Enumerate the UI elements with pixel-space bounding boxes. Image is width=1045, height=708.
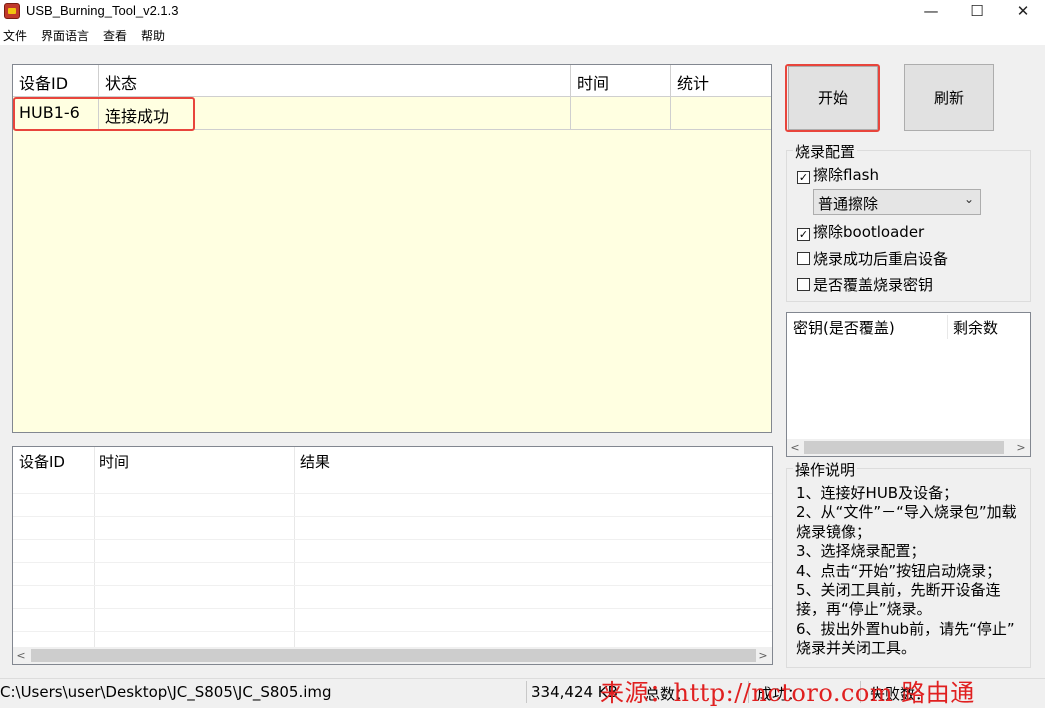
row-divider [13, 608, 772, 609]
checkbox-unchecked-icon [797, 252, 810, 265]
checkbox-checked-icon: ✓ [797, 228, 810, 241]
chevron-right-icon[interactable]: > [1015, 441, 1027, 454]
instruction-line: 2、从“文件”－“导入烧录包”加载 [796, 503, 1017, 522]
checkbox-checked-icon: ✓ [797, 171, 810, 184]
result-grid[interactable]: 设备ID 时间 结果 < > [12, 446, 773, 665]
device-time-cell[interactable] [571, 97, 671, 130]
instruction-line: 接，再“停止”烧录。 [796, 600, 932, 619]
instruction-line: 1、连接好HUB及设备； [796, 484, 959, 502]
key-list[interactable]: 密钥(是否覆盖) 剩余数 < > [786, 312, 1031, 457]
row-divider [13, 539, 772, 540]
column-header-time[interactable]: 时间 [99, 451, 129, 472]
instructions-title: 操作说明 [793, 459, 858, 480]
instruction-line: 烧录并关闭工具。 [796, 639, 917, 658]
device-stats-cell[interactable] [671, 97, 771, 130]
app-icon [4, 3, 20, 19]
maximize-button[interactable]: ☐ [954, 0, 1000, 24]
chevron-left-icon[interactable]: < [15, 649, 27, 662]
overwrite-key-checkbox[interactable]: 是否覆盖烧录密钥 [797, 274, 933, 295]
reboot-after-checkbox[interactable]: 烧录成功后重启设备 [797, 248, 948, 269]
erase-mode-value: 普通擦除 [818, 195, 879, 213]
watermark: 来源：http://nctoro.com 路由通 [600, 679, 975, 707]
column-header-device-id[interactable]: 设备ID [19, 451, 65, 472]
column-divider [294, 447, 295, 647]
reboot-after-label: 烧录成功后重启设备 [813, 250, 949, 268]
instruction-line: 3、选择烧录配置； [796, 542, 926, 561]
row-divider [13, 631, 772, 632]
key-list-hscrollbar[interactable]: < > [787, 439, 1030, 456]
column-divider [94, 447, 95, 647]
column-header-device-id[interactable]: 设备ID [13, 65, 99, 97]
scrollbar-thumb[interactable] [31, 649, 756, 662]
chevron-down-icon: ⌄ [963, 192, 974, 206]
menu-help[interactable]: 帮助 [141, 27, 165, 44]
minimize-button[interactable]: — [908, 0, 954, 24]
overwrite-key-label: 是否覆盖烧录密钥 [813, 276, 934, 294]
erase-bootloader-label: 擦除bootloader [813, 223, 925, 241]
burn-config-title: 烧录配置 [793, 141, 858, 162]
column-header-status[interactable]: 状态 [99, 65, 571, 97]
row-divider [13, 585, 772, 586]
column-header-remaining[interactable]: 剩余数 [953, 317, 998, 338]
column-header-stats[interactable]: 统计 [671, 65, 771, 97]
erase-flash-checkbox[interactable]: ✓ 擦除flash [797, 164, 879, 185]
title-bar: USB_Burning_Tool_v2.1.3 — ☐ ✕ [0, 0, 1045, 24]
scrollbar-thumb[interactable] [804, 441, 1004, 454]
erase-flash-label: 擦除flash [813, 166, 879, 184]
result-grid-hscrollbar[interactable]: < > [13, 647, 772, 664]
row-divider [13, 516, 772, 517]
highlight-annotation-device-row [13, 97, 195, 131]
menu-bar: 文件 界面语言 查看 帮助 [0, 24, 1045, 45]
instruction-line: 4、点击“开始”按钮启动烧录； [796, 561, 1002, 580]
row-divider [13, 493, 772, 494]
row-divider [13, 562, 772, 563]
status-separator [526, 681, 527, 703]
menu-view[interactable]: 查看 [103, 27, 127, 44]
erase-bootloader-checkbox[interactable]: ✓ 擦除bootloader [797, 221, 924, 242]
erase-mode-select[interactable]: 普通擦除 ⌄ [813, 189, 981, 215]
highlight-annotation-start [785, 64, 880, 132]
instruction-line: 烧录镜像； [796, 522, 872, 541]
checkbox-unchecked-icon [797, 278, 810, 291]
image-path: C:\Users\user\Desktop\JC_S805\JC_S805.im… [0, 683, 332, 701]
menu-language[interactable]: 界面语言 [41, 27, 89, 44]
instruction-line: 5、关闭工具前，先断开设备连 [796, 581, 1001, 600]
instruction-line: 6、拔出外置hub前，请先“停止” [796, 619, 1015, 638]
instructions-text: 1、连接好HUB及设备； 2、从“文件”－“导入烧录包”加载 烧录镜像； 3、选… [796, 484, 1028, 659]
chevron-left-icon[interactable]: < [789, 441, 801, 454]
close-button[interactable]: ✕ [1000, 0, 1045, 24]
window-title: USB_Burning_Tool_v2.1.3 [26, 3, 179, 18]
column-header-time[interactable]: 时间 [571, 65, 671, 97]
column-header-result[interactable]: 结果 [300, 451, 330, 472]
chevron-right-icon[interactable]: > [757, 649, 769, 662]
refresh-button[interactable]: 刷新 [904, 64, 994, 131]
column-divider [947, 315, 948, 339]
column-header-key[interactable]: 密钥(是否覆盖) [793, 317, 895, 338]
menu-file[interactable]: 文件 [3, 27, 27, 44]
